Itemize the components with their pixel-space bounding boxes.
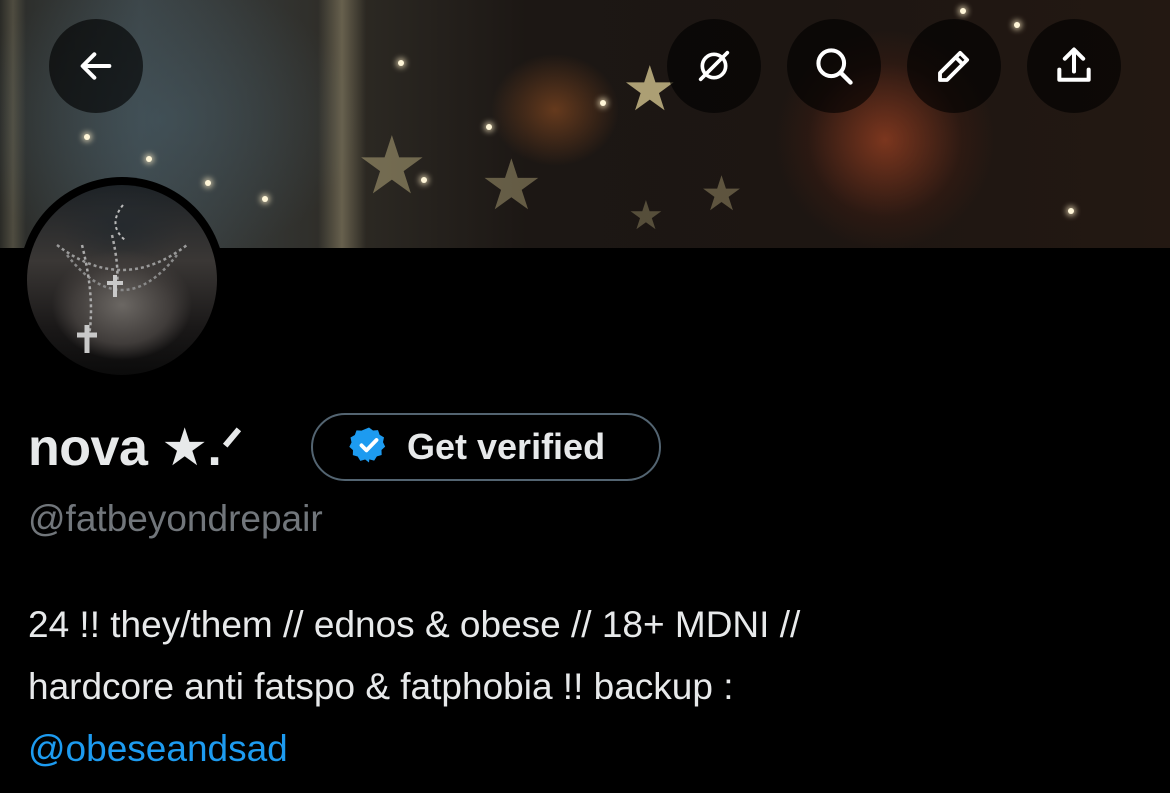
pencil-icon	[933, 45, 975, 87]
banner-fairy-light	[960, 8, 966, 14]
banner-fairy-light	[600, 100, 606, 106]
search-button[interactable]	[787, 19, 881, 113]
grok-button[interactable]	[667, 19, 761, 113]
banner-fairy-light	[1068, 208, 1074, 214]
banner-fairy-light	[486, 124, 492, 130]
avatar[interactable]	[19, 177, 225, 383]
banner-star-decoration: ★	[356, 119, 428, 212]
banner-star-decoration: ★	[480, 144, 543, 226]
verified-badge-icon	[349, 425, 389, 470]
arrow-left-icon	[76, 46, 116, 86]
banner-fairy-light	[84, 134, 90, 140]
display-name: nova ★.ᐟ	[28, 419, 243, 477]
search-icon	[812, 44, 856, 88]
banner-fairy-light	[262, 196, 268, 202]
avatar-image	[27, 185, 217, 375]
banner-star-decoration: ★	[700, 166, 744, 222]
edit-button[interactable]	[907, 19, 1001, 113]
profile-bio: 24 !! they/them // ednos & obese // 18+ …	[28, 594, 1148, 780]
get-verified-button[interactable]: Get verified	[311, 413, 661, 481]
profile-name-row: nova ★.ᐟ Get verified	[28, 412, 661, 484]
banner-fairy-light	[1014, 22, 1020, 28]
banner-fairy-light	[146, 156, 152, 162]
share-icon	[1052, 44, 1096, 88]
banner-fairy-light	[398, 60, 404, 66]
bio-line: hardcore anti fatspo & fatphobia !! back…	[28, 666, 734, 707]
get-verified-label: Get verified	[407, 426, 606, 467]
profile-handle: @fatbeyondrepair	[28, 498, 323, 539]
grok-icon	[694, 46, 734, 86]
back-button[interactable]	[49, 19, 143, 113]
banner-star-decoration: ★	[628, 193, 664, 239]
bio-mention-link[interactable]: @obeseandsad	[28, 728, 288, 769]
bio-line: 24 !! they/them // ednos & obese // 18+ …	[28, 604, 801, 645]
banner-window-frame-left	[0, 0, 26, 248]
share-button[interactable]	[1027, 19, 1121, 113]
